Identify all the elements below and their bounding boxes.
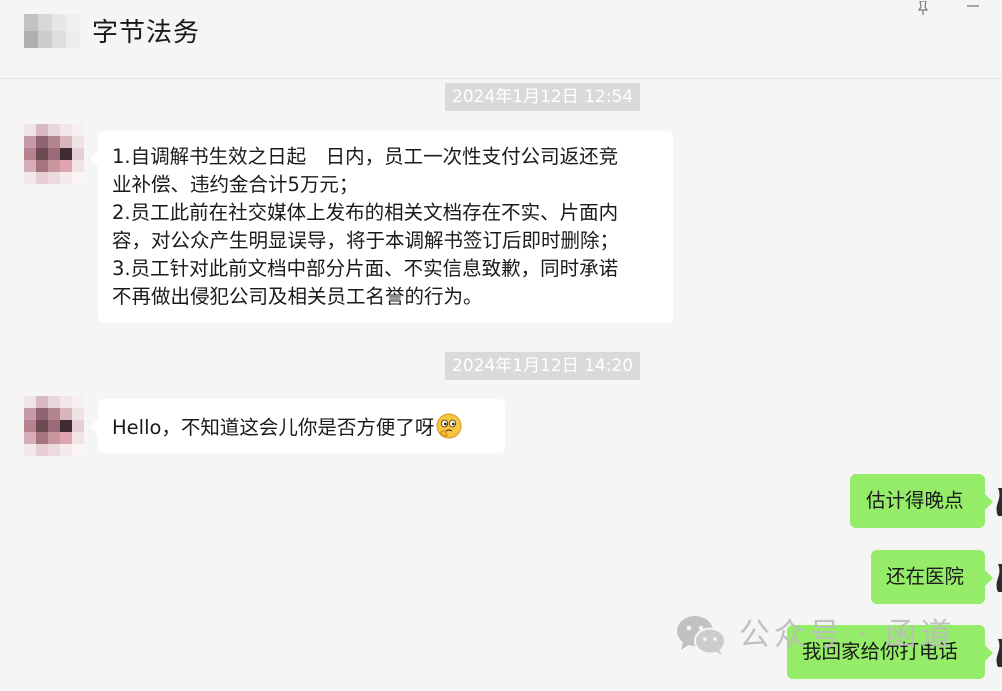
- minimize-icon[interactable]: [960, 0, 986, 16]
- self-avatar-edge: [995, 488, 1002, 516]
- incoming-message-bubble[interactable]: Hello，不知道这会儿你是否方便了呀: [90, 399, 505, 453]
- chat-title: 字节法务: [92, 18, 201, 48]
- blurred-sender-avatar[interactable]: [24, 396, 84, 456]
- watermark: 公众号 · 函道: [675, 612, 956, 658]
- message-timestamp: 2024年1月12日 14:20: [445, 352, 641, 380]
- message-line: 1.自调解书生效之日起 日内，员工一次性支付公司返还竞: [112, 145, 619, 168]
- message-text: 估计得晚点: [866, 489, 964, 512]
- watermark-text: 公众号 · 函道: [739, 617, 956, 653]
- outgoing-message-bubble[interactable]: 还在医院: [871, 550, 993, 604]
- wechat-logo-icon: [677, 616, 726, 655]
- message-line: Hello，不知道这会儿你是否方便了呀: [112, 412, 491, 442]
- message-line: 不再做出侵犯公司及相关员工名誉的行为。: [112, 285, 483, 308]
- chat-header: 字节法务: [0, 0, 1002, 79]
- outgoing-message-bubble[interactable]: 估计得晚点: [850, 474, 993, 528]
- self-avatar-edge: [995, 639, 1002, 667]
- blurred-sender-avatar[interactable]: [24, 124, 84, 184]
- message-text: Hello，不知道这会儿你是否方便了呀: [112, 416, 435, 439]
- message-timestamp: 2024年1月12日 12:54: [445, 83, 641, 111]
- incoming-message-bubble[interactable]: 1.自调解书生效之日起 日内，员工一次性支付公司返还竞 业补偿、违约金合计5万元…: [90, 131, 673, 323]
- pin-icon[interactable]: [910, 0, 936, 16]
- message-line: 容，对公众产生明显误导，将于本调解书签订后即时删除；: [112, 229, 620, 252]
- blurred-contact-avatar[interactable]: [24, 14, 80, 48]
- message-text: 还在医院: [886, 565, 965, 588]
- message-line: 3.员工针对此前文档中部分片面、不实信息致歉，同时承诺: [112, 257, 619, 280]
- thinking-face-emoji: [436, 413, 462, 439]
- self-avatar-edge: [995, 564, 1002, 592]
- message-line: 2.员工此前在社交媒体上发布的相关文档存在不实、片面内: [112, 201, 619, 224]
- chat-window: 字节法务 2024年1月12日 12:54 1.自调解书生效之日起 日内，员工一…: [0, 0, 1002, 691]
- message-line: 业补偿、违约金合计5万元；: [112, 173, 359, 196]
